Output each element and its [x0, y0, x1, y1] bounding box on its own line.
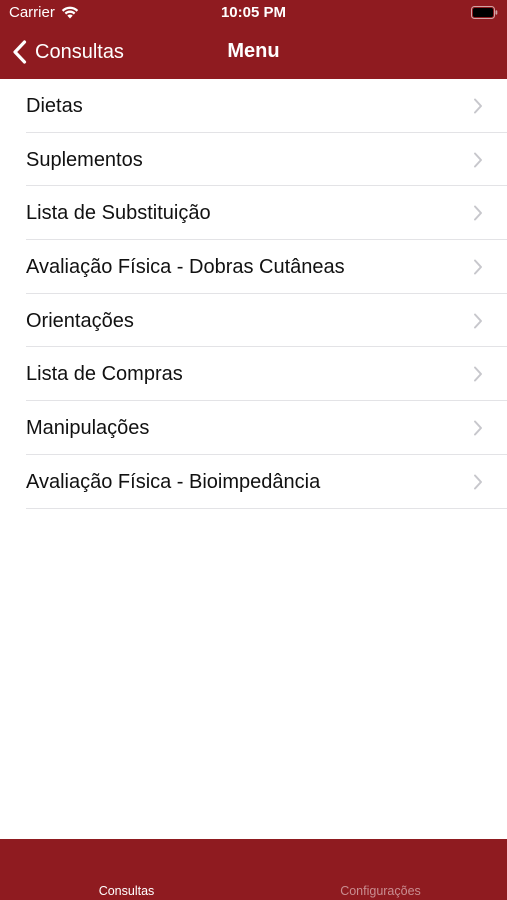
- tab-label: Consultas: [98, 884, 155, 898]
- menu-item-lista-compras[interactable]: Lista de Compras: [0, 347, 507, 401]
- chevron-right-icon: [474, 152, 482, 168]
- menu-item-label: Avaliação Física - Bioimpedância: [26, 470, 321, 493]
- menu-item-label: Suplementos: [26, 148, 143, 171]
- navigation-bar: Consultas Menu: [0, 26, 507, 79]
- menu-item-label: Lista de Compras: [26, 363, 183, 386]
- menu-item-lista-substituicao[interactable]: Lista de Substituição: [0, 186, 507, 240]
- menu-item-dietas[interactable]: Dietas: [0, 79, 507, 133]
- battery-full-icon: [471, 6, 498, 19]
- menu-item-label: Avaliação Física - Dobras Cutâneas: [26, 256, 345, 279]
- chevron-right-icon: [474, 205, 482, 221]
- tab-bar: Consultas Configurações: [0, 839, 507, 900]
- menu-list: Dietas Suplementos Lista de Substituição…: [0, 79, 507, 509]
- menu-item-label: Manipulações: [26, 417, 150, 440]
- menu-item-label: Dietas: [26, 95, 83, 117]
- tab-consultas[interactable]: Consultas: [0, 839, 253, 900]
- chevron-right-icon: [474, 474, 482, 490]
- menu-item-label: Orientações: [26, 309, 134, 332]
- menu-item-orientacoes[interactable]: Orientações: [0, 294, 507, 348]
- menu-item-bioimpedancia[interactable]: Avaliação Física - Bioimpedância: [0, 455, 507, 509]
- chevron-right-icon: [474, 366, 482, 382]
- top-bar: Carrier 10:05 PM Consultas Menu: [0, 0, 507, 79]
- chevron-right-icon: [474, 259, 482, 275]
- chevron-right-icon: [474, 313, 482, 329]
- page-title: Menu: [227, 40, 280, 62]
- status-bar: Carrier 10:05 PM: [0, 0, 507, 26]
- menu-screen: Carrier 10:05 PM Consultas Menu Dietas S…: [0, 0, 507, 900]
- status-time: 10:05 PM: [220, 4, 287, 21]
- menu-item-suplementos[interactable]: Suplementos: [0, 133, 507, 187]
- chevron-right-icon: [474, 98, 482, 114]
- menu-item-manipulacoes[interactable]: Manipulações: [0, 401, 507, 455]
- tab-label: Configurações: [340, 884, 421, 898]
- tab-configuracoes[interactable]: Configurações: [254, 839, 507, 900]
- menu-item-dobras-cutaneas[interactable]: Avaliação Física - Dobras Cutâneas: [0, 240, 507, 294]
- menu-item-label: Lista de Substituição: [26, 202, 211, 225]
- chevron-right-icon: [474, 420, 482, 436]
